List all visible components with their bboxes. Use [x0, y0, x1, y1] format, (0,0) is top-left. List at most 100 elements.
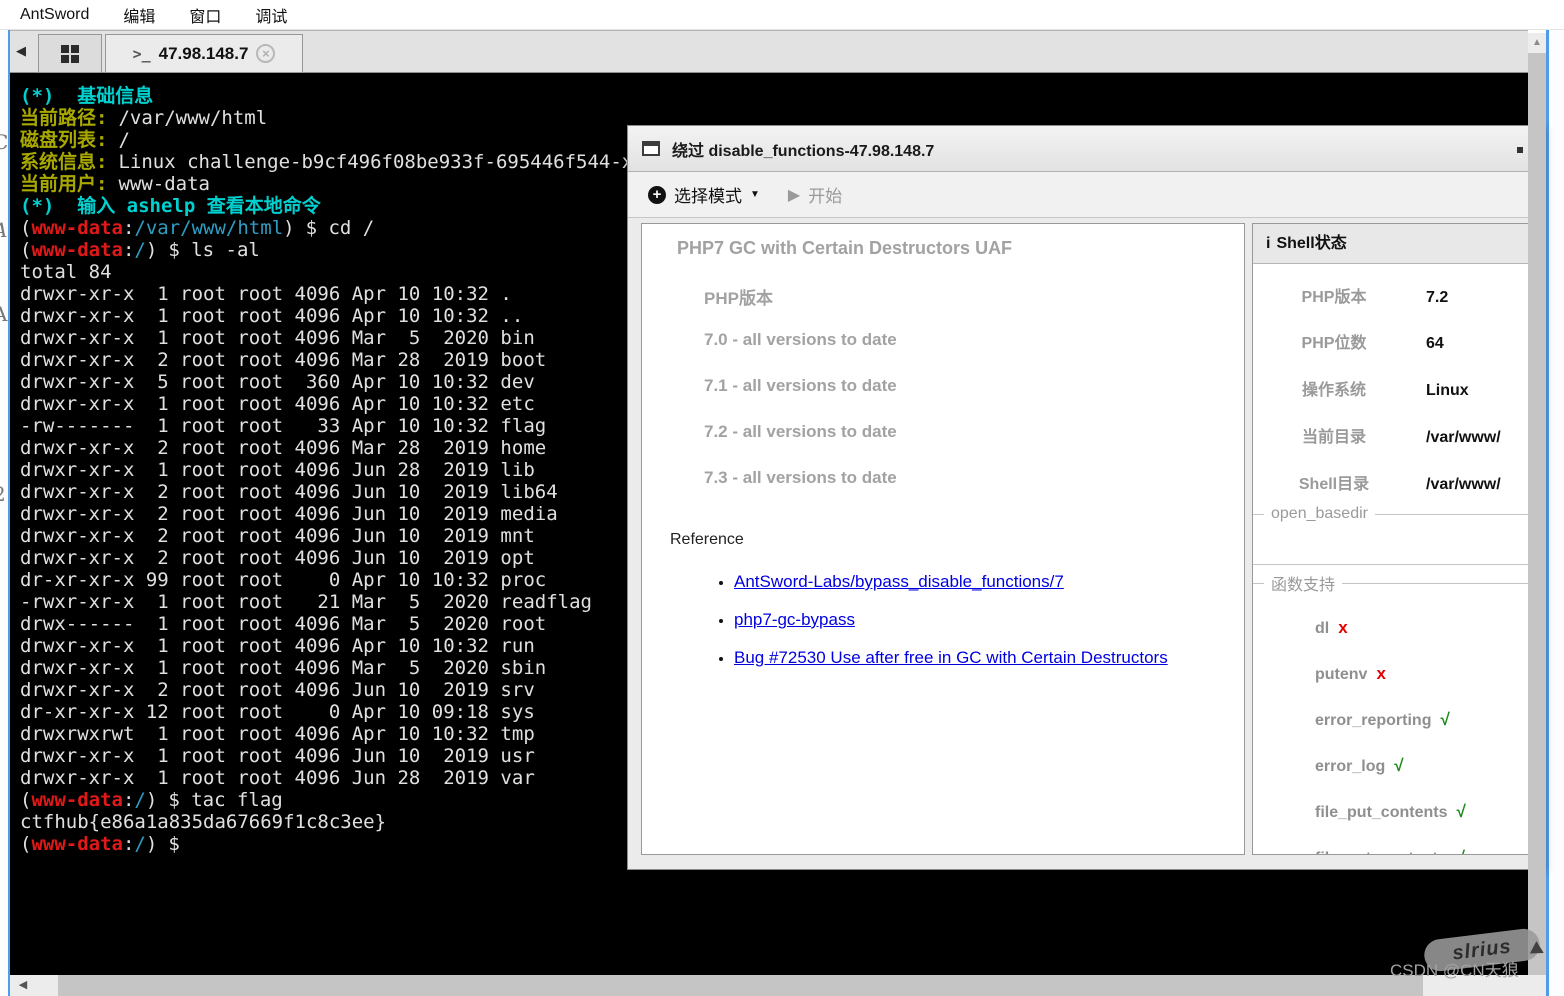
reference-link[interactable]: php7-gc-bypass: [734, 610, 855, 629]
scroll-up-icon[interactable]: ▲: [1528, 33, 1546, 53]
menu-edit[interactable]: 编辑: [123, 3, 155, 27]
info-label: 当前用户:: [20, 173, 107, 195]
start-label: 开始: [808, 182, 842, 207]
check-mark-icon: √: [1456, 848, 1465, 855]
tab-bar: ◀ >_ 47.98.148.7 ×: [10, 30, 1528, 73]
horizontal-scroll-thumb[interactable]: [58, 975, 1423, 996]
reference-link[interactable]: Bug #72530 Use after free in GC with Cer…: [734, 648, 1168, 667]
function-name: file_put_contents: [1315, 804, 1447, 821]
list-item: Bug #72530 Use after free in GC with Cer…: [734, 648, 1168, 669]
window-icon: [642, 141, 660, 156]
function-row: dlx: [1315, 617, 1348, 639]
shell-status-row: PHP版本7.2: [1253, 280, 1543, 316]
command-text: $ cd /: [306, 217, 375, 239]
watermark-credit: CSDN @CN天狼: [1390, 956, 1550, 981]
exploit-info-panel: PHP7 GC with Certain Destructors UAF PHP…: [641, 223, 1245, 855]
function-row: file_put_contents√: [1315, 801, 1466, 823]
titlebar-partial-button: [1517, 147, 1523, 153]
play-icon: ▶: [788, 185, 800, 205]
menu-debug[interactable]: 调试: [255, 3, 287, 27]
menubar: AntSword 编辑 窗口 调试: [0, 0, 1564, 30]
function-row: error_log√: [1315, 755, 1404, 777]
function-row: putenvx: [1315, 663, 1386, 685]
version-line: 7.1 - all versions to date: [704, 376, 897, 396]
tab-scroll-left-icon[interactable]: ◀: [16, 43, 26, 59]
prompt-user: www-data: [31, 239, 123, 261]
background-page-left-edge: C A A 2: [0, 30, 8, 996]
background-page-right-edge: [1549, 30, 1564, 996]
horizontal-scrollbar[interactable]: ◀: [10, 975, 1546, 996]
version-line: 7.2 - all versions to date: [704, 422, 897, 442]
prompt-separator: :: [123, 833, 134, 855]
function-support-group: 函数支持: [1253, 571, 1535, 595]
list-item: php7-gc-bypass: [734, 610, 1168, 631]
prompt-separator: :: [123, 217, 134, 239]
cross-mark-icon: x: [1338, 618, 1347, 637]
prompt-separator: :: [123, 239, 134, 261]
dialog-toolbar: + 选择模式 ▼ ▶ 开始: [628, 172, 1545, 218]
vertical-scroll-thumb[interactable]: [1528, 53, 1546, 975]
shell-status-row: Shell目录/var/www/: [1253, 467, 1543, 503]
field-value: Linux: [1426, 373, 1469, 409]
prompt-bracket: (: [20, 789, 31, 811]
vertical-scrollbar[interactable]: ▲: [1528, 33, 1546, 975]
window-border-left: [8, 30, 10, 996]
info-icon: i: [1266, 235, 1270, 252]
bypass-disable-functions-dialog: 绕过 disable_functions-47.98.148.7 + 选择模式 …: [627, 125, 1546, 870]
prompt-path: /: [134, 833, 145, 855]
field-value: /var/www/: [1426, 420, 1501, 456]
start-button[interactable]: ▶ 开始: [788, 182, 842, 207]
info-label: 当前路径:: [20, 107, 107, 129]
csdn-watermark: slrius CSDN @CN天狼: [1390, 928, 1550, 988]
antsword-window: AntSword 编辑 窗口 调试 C A A 2 ◀ >_ 47.98.148…: [0, 0, 1564, 996]
scroll-left-icon[interactable]: ◀: [10, 975, 36, 996]
select-mode-button[interactable]: + 选择模式 ▼: [648, 182, 760, 207]
prompt-user: www-data: [31, 217, 123, 239]
divider: [1253, 564, 1543, 565]
field-label: PHP位数: [1253, 326, 1415, 362]
prompt-user: www-data: [31, 833, 123, 855]
cross-mark-icon: x: [1376, 664, 1385, 683]
tab-terminal-47-98-148-7[interactable]: >_ 47.98.148.7 ×: [105, 34, 303, 73]
select-mode-label: 选择模式: [674, 182, 742, 207]
command-text: $: [168, 833, 179, 855]
menu-antsword[interactable]: AntSword: [20, 6, 89, 24]
open-basedir-group: open_basedir: [1253, 505, 1535, 523]
function-name: dl: [1315, 620, 1329, 637]
info-label: 系统信息:: [20, 151, 107, 173]
function-name: putenv: [1315, 666, 1367, 683]
reference-link[interactable]: AntSword-Labs/bypass_disable_functions/7: [734, 572, 1064, 591]
exploit-title: PHP7 GC with Certain Destructors UAF: [677, 238, 1012, 259]
tab-close-icon[interactable]: ×: [256, 44, 275, 63]
shell-status-row: 操作系统 Linux: [1253, 373, 1543, 409]
flag-value: ctfhub{e86a1a835da67669f1c8c3ee}: [20, 811, 386, 833]
field-value: 7.2: [1426, 280, 1448, 316]
dialog-title: 绕过 disable_functions-47.98.148.7: [672, 137, 934, 161]
dialog-titlebar[interactable]: 绕过 disable_functions-47.98.148.7: [628, 126, 1545, 172]
background-letter: A: [0, 302, 7, 326]
grid-icon: [61, 45, 79, 63]
prompt-bracket: (: [20, 833, 31, 855]
terminal-section-header: (*) 输入 ashelp 查看本地命令: [20, 195, 321, 217]
shell-status-row: PHP位数64: [1253, 326, 1543, 362]
dialog-content: PHP7 GC with Certain Destructors UAF PHP…: [628, 218, 1545, 869]
terminal-section-header: (*) 基础信息: [20, 85, 153, 107]
reference-label: Reference: [670, 531, 744, 549]
shell-status-row: 当前目录/var/www/: [1253, 420, 1543, 456]
shell-status-header: iShell状态: [1253, 224, 1543, 264]
prompt-bracket: ): [146, 789, 157, 811]
function-name: error_reporting: [1315, 712, 1431, 729]
prompt-separator: :: [123, 789, 134, 811]
prompt-user: www-data: [31, 789, 123, 811]
menu-window[interactable]: 窗口: [189, 3, 221, 27]
field-label: 操作系统: [1253, 373, 1415, 409]
info-value: /: [118, 129, 129, 151]
tab-home[interactable]: [38, 34, 102, 73]
info-value: /var/www/html: [118, 107, 267, 129]
prompt-bracket: (: [20, 217, 31, 239]
chevron-down-icon: ▼: [750, 189, 760, 200]
field-label: 当前目录: [1253, 420, 1415, 456]
function-row: error_reporting√: [1315, 709, 1450, 731]
tab-title: 47.98.148.7: [159, 44, 249, 64]
prompt-bracket: ): [146, 833, 157, 855]
